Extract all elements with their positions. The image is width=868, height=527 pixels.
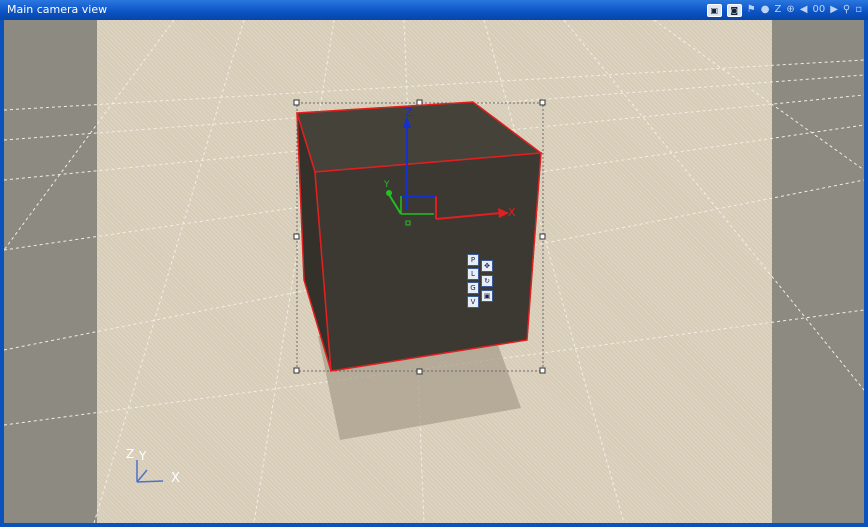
title-bar-toolbar: ▣ ◙ ⚑ ● Z ⊕ ◀ 00 ▶ ⚲ ▫ xyxy=(706,3,862,17)
camera-view-window: Main camera view ▣ ◙ ⚑ ● Z ⊕ ◀ 00 ▶ ⚲ ▫ xyxy=(0,0,868,527)
rotate-icon[interactable]: ↻ xyxy=(481,275,493,287)
gizmo-z-label: Z xyxy=(405,106,413,119)
move-icon[interactable]: ✥ xyxy=(481,260,493,272)
title-bar[interactable]: Main camera view ▣ ◙ ⚑ ● Z ⊕ ◀ 00 ▶ ⚲ ▫ xyxy=(0,0,868,20)
window-title: Main camera view xyxy=(7,3,108,16)
frame-counter: 00 xyxy=(812,4,826,15)
scale-icon[interactable]: ▣ xyxy=(481,290,493,302)
global-button[interactable]: G xyxy=(467,282,479,294)
orientation-x-label: X xyxy=(171,471,180,486)
zoom-z-icon[interactable]: Z xyxy=(775,3,782,17)
flag-icon[interactable]: ⚑ xyxy=(747,3,756,17)
local-button[interactable]: L xyxy=(467,268,479,280)
play-back-icon[interactable]: ◀ xyxy=(800,3,808,17)
close-icon[interactable]: ▫ xyxy=(855,3,862,17)
3d-viewport[interactable]: Z X Y P L G V ✥ ↻ ▣ Z Y X xyxy=(4,20,864,523)
gizmo-x-label: X xyxy=(508,206,516,219)
camera-icon[interactable]: ▣ xyxy=(706,3,722,17)
selected-cube[interactable] xyxy=(296,101,544,372)
play-forward-icon[interactable]: ▶ xyxy=(830,3,838,17)
orientation-y-label: Y xyxy=(139,449,147,463)
pin-icon[interactable]: ⚲ xyxy=(843,3,850,17)
position-button[interactable]: P xyxy=(467,254,479,266)
orientation-indicator xyxy=(136,460,164,483)
gizmo-y-label: Y xyxy=(384,180,390,190)
zoom-icon[interactable]: ⊕ xyxy=(786,3,794,17)
camera-settings-icon[interactable]: ◙ xyxy=(726,3,742,17)
y-axis-handle[interactable] xyxy=(386,190,392,196)
view-button[interactable]: V xyxy=(467,296,479,308)
orientation-z-label: Z xyxy=(126,447,135,461)
dot-icon[interactable]: ● xyxy=(761,3,770,17)
